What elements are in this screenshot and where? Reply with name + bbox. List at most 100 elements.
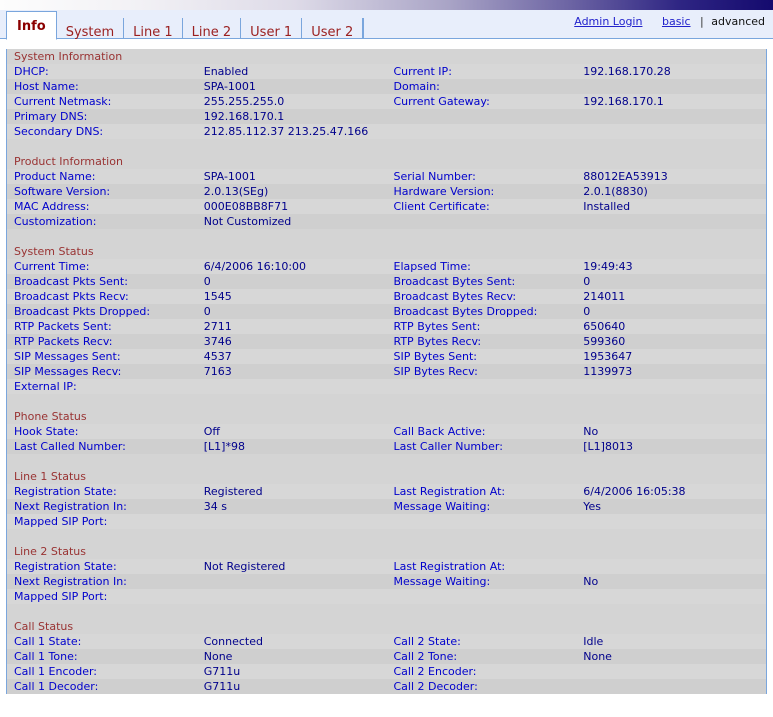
- status-label-right: Elapsed Time:: [393, 260, 471, 273]
- status-value-right: 19:49:43: [583, 260, 633, 273]
- status-value-right: [576, 109, 766, 124]
- status-value: [197, 379, 387, 394]
- section-title: System Status: [14, 245, 94, 258]
- status-row: RTP Packets Sent: 2711 RTP Bytes Sent: 6506…: [7, 319, 766, 334]
- section-header-row: Phone Status: [7, 409, 766, 424]
- status-value: 34 s: [203, 500, 227, 513]
- spacer-cell: [7, 229, 766, 244]
- tab-line-1[interactable]: Line 1: [124, 18, 183, 40]
- basic-view-link[interactable]: basic: [662, 15, 691, 28]
- status-row: Secondary DNS: 212.85.112.37 213.25.47.16…: [7, 124, 766, 139]
- status-row: RTP Packets Recv: 3746 RTP Bytes Recv: 5993…: [7, 334, 766, 349]
- status-label: Next Registration In:: [14, 575, 127, 588]
- section-header-row: Line 1 Status: [7, 469, 766, 484]
- status-value: SPA-1001: [203, 170, 256, 183]
- section-spacer: [7, 394, 766, 409]
- panel-top-gap: [0, 39, 773, 49]
- status-label: Call 1 Decoder:: [14, 680, 99, 693]
- status-label: Registration State:: [14, 485, 117, 498]
- status-label-right: [387, 214, 577, 229]
- status-value-right: No: [583, 575, 599, 588]
- status-value: Not Registered: [203, 560, 286, 573]
- status-row: Mapped SIP Port:: [7, 589, 766, 604]
- spacer-cell: [7, 529, 766, 544]
- status-value: [197, 589, 387, 604]
- spacer-cell: [7, 139, 766, 154]
- status-label-right: Domain:: [393, 80, 440, 93]
- status-label-right: Call 2 State:: [393, 635, 461, 648]
- tab-strip-filler: [363, 18, 365, 39]
- status-value: Enabled: [203, 65, 249, 78]
- section-spacer: [7, 454, 766, 469]
- status-value: 3746: [203, 335, 232, 348]
- status-row: Call 1 State: Connected Call 2 State: Idle: [7, 634, 766, 649]
- link-separator: |: [700, 15, 704, 28]
- status-value: Registered: [203, 485, 263, 498]
- status-label: Broadcast Pkts Sent:: [14, 275, 128, 288]
- status-value-right: 0: [583, 275, 591, 288]
- status-label: Broadcast Pkts Recv:: [14, 290, 129, 303]
- status-row: Host Name: SPA-1001 Domain:: [7, 79, 766, 94]
- status-value-right: 1139973: [583, 365, 633, 378]
- section-title: Line 1 Status: [14, 470, 86, 483]
- status-label: Host Name:: [14, 80, 79, 93]
- status-label-right: Call Back Active:: [393, 425, 486, 438]
- tab-user-1[interactable]: User 1: [241, 18, 303, 40]
- admin-login-link[interactable]: Admin Login: [574, 15, 642, 28]
- status-value-right: 2.0.1(8830): [583, 185, 648, 198]
- status-label-right: Message Waiting:: [393, 575, 491, 588]
- status-row: Product Name: SPA-1001 Serial Number: 88012…: [7, 169, 766, 184]
- status-value: None: [203, 650, 233, 663]
- status-value: Connected: [203, 635, 263, 648]
- status-label-right: Last Caller Number:: [393, 440, 503, 453]
- status-value: 0: [203, 275, 211, 288]
- section-header-row: System Information: [7, 49, 766, 64]
- status-value: 000E08BB8F71: [203, 200, 289, 213]
- status-value: [197, 514, 387, 529]
- tab-info[interactable]: Info: [6, 11, 57, 40]
- status-label: RTP Packets Recv:: [14, 335, 113, 348]
- status-value-right: [576, 679, 766, 694]
- section-title: System Information: [14, 50, 123, 63]
- tab-list: Info System Line 1 Line 2 User 1 User 2: [6, 10, 365, 40]
- spacer-cell: [7, 604, 766, 619]
- section-header-row: Product Information: [7, 154, 766, 169]
- tab-system[interactable]: System: [57, 18, 125, 40]
- tab-user-2[interactable]: User 2: [302, 18, 364, 40]
- status-row: Call 1 Decoder: G711u Call 2 Decoder:: [7, 679, 766, 694]
- status-label-right: Last Registration At:: [393, 560, 506, 573]
- status-label-right: [387, 589, 577, 604]
- tab-bar: Info System Line 1 Line 2 User 1 User 2 Admin…: [0, 10, 773, 40]
- status-label-right: Hardware Version:: [393, 185, 495, 198]
- top-gradient-banner: [0, 0, 773, 10]
- status-value-right: 88012EA53913: [583, 170, 668, 183]
- status-value: [197, 574, 387, 589]
- status-value: 212.85.112.37 213.25.47.166: [203, 125, 369, 138]
- tab-line-2[interactable]: Line 2: [183, 18, 242, 40]
- status-label: DHCP:: [14, 65, 49, 78]
- section-title: Call Status: [14, 620, 74, 633]
- status-label: Mapped SIP Port:: [14, 590, 108, 603]
- status-value: 4537: [203, 350, 232, 363]
- section-spacer: [7, 229, 766, 244]
- status-value-right: [576, 589, 766, 604]
- status-label: MAC Address:: [14, 200, 90, 213]
- status-value-right: 599360: [583, 335, 626, 348]
- status-value: G711u: [203, 680, 241, 693]
- status-label: Mapped SIP Port:: [14, 515, 108, 528]
- status-value-right: [576, 124, 766, 139]
- status-value-right: 1953647: [583, 350, 633, 363]
- section-spacer: [7, 139, 766, 154]
- status-label: Primary DNS:: [14, 110, 88, 123]
- spacer-cell: [7, 454, 766, 469]
- status-row: Last Called Number: [L1]*98 Last Caller Nu…: [7, 439, 766, 454]
- status-label: Customization:: [14, 215, 97, 228]
- status-row: Software Version: 2.0.13(SEg) Hardware Ver…: [7, 184, 766, 199]
- status-row: Call 1 Tone: None Call 2 Tone: None: [7, 649, 766, 664]
- status-label: SIP Messages Recv:: [14, 365, 122, 378]
- status-row: Primary DNS: 192.168.170.1: [7, 109, 766, 124]
- advanced-view-link[interactable]: advanced: [711, 15, 765, 28]
- section-title: Line 2 Status: [14, 545, 86, 558]
- status-label: Registration State:: [14, 560, 117, 573]
- status-label: Last Called Number:: [14, 440, 126, 453]
